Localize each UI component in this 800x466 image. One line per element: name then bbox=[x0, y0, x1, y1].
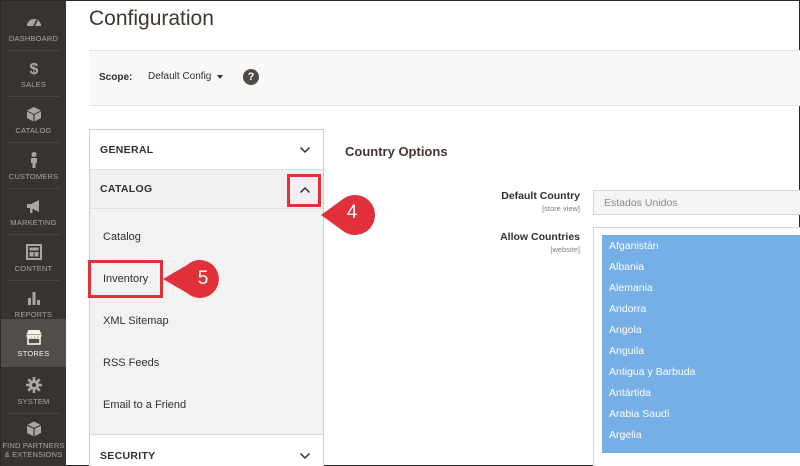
callout-5-number: 5 bbox=[197, 268, 209, 289]
chevron-down-icon bbox=[299, 452, 311, 460]
nav-content[interactable]: CONTENT bbox=[1, 235, 66, 280]
allow-countries-scope: [website] bbox=[550, 245, 580, 254]
section-title: Country Options bbox=[345, 144, 448, 159]
nav-system[interactable]: SYSTEM bbox=[1, 368, 66, 413]
country-option[interactable]: Alemania bbox=[609, 282, 653, 294]
nav-stores[interactable]: STORES bbox=[1, 319, 66, 367]
store-icon bbox=[26, 330, 41, 345]
help-icon[interactable]: ? bbox=[243, 69, 259, 85]
page-title: Configuration bbox=[89, 7, 214, 30]
default-country-select[interactable]: Estados Unidos bbox=[593, 190, 800, 215]
section-security-label: SECURITY bbox=[100, 450, 156, 462]
nav-sales[interactable]: $ SALES bbox=[1, 51, 66, 96]
nav-label: & EXTENSIONS bbox=[4, 449, 63, 459]
sub-item-xml-sitemap[interactable]: XML Sitemap bbox=[103, 315, 169, 327]
box-icon bbox=[26, 106, 41, 121]
megaphone-icon bbox=[26, 199, 39, 213]
section-security[interactable]: SECURITY bbox=[90, 436, 323, 466]
sub-item-rss-feeds[interactable]: RSS Feeds bbox=[103, 357, 159, 369]
scope-bar: Scope: Default Config ? bbox=[89, 50, 800, 106]
gear-icon bbox=[25, 376, 42, 393]
nav-label: DASHBOARD bbox=[8, 33, 59, 43]
scope-value: Default Config bbox=[148, 71, 212, 82]
nav-label: CATALOG bbox=[15, 125, 52, 135]
country-option[interactable]: Afganistán bbox=[609, 240, 659, 252]
country-option[interactable]: Anguila bbox=[609, 345, 644, 357]
caret-down-icon bbox=[217, 74, 224, 79]
allow-countries-multiselect[interactable]: Afganistán Albania Alemania Andorra Ango… bbox=[593, 227, 800, 466]
nav-label: SYSTEM bbox=[17, 396, 50, 406]
section-general-label: GENERAL bbox=[100, 144, 154, 156]
selected-options: Afganistán Albania Alemania Andorra Ango… bbox=[602, 235, 800, 453]
svg-text:$: $ bbox=[29, 61, 38, 77]
bar-chart-icon bbox=[27, 291, 40, 305]
nav-label: STORES bbox=[17, 349, 50, 358]
country-option[interactable]: Argelia bbox=[609, 429, 642, 441]
layout-icon bbox=[25, 243, 42, 260]
dollar-icon: $ bbox=[29, 61, 38, 77]
section-catalog-label: CATALOG bbox=[100, 183, 153, 195]
nav-label: CONTENT bbox=[14, 263, 53, 273]
default-country-scope: [store view] bbox=[542, 204, 580, 213]
country-option[interactable]: Andorra bbox=[609, 303, 646, 315]
dashboard-icon bbox=[26, 18, 41, 26]
section-general[interactable]: GENERAL bbox=[90, 130, 323, 170]
nav-label: MARKETING bbox=[10, 217, 57, 227]
default-country-label: Default Country bbox=[501, 190, 580, 202]
admin-sidebar: DASHBOARD $ SALES CATALOG CUSTOMERS MARK… bbox=[1, 1, 66, 466]
chevron-down-icon bbox=[299, 146, 311, 154]
nav-customers[interactable]: CUSTOMERS bbox=[1, 143, 66, 188]
country-option[interactable]: Angola bbox=[609, 324, 642, 336]
sub-item-email-to-friend[interactable]: Email to a Friend bbox=[103, 399, 186, 411]
nav-label: REPORTS bbox=[14, 309, 53, 319]
highlight-box-chevron bbox=[287, 174, 321, 207]
cube-icon bbox=[26, 421, 41, 436]
highlight-box-inventory bbox=[88, 260, 163, 298]
default-country-value: Estados Unidos bbox=[604, 197, 678, 209]
nav-label: CUSTOMERS bbox=[8, 171, 59, 181]
catalog-sub-list: Catalog Inventory XML Sitemap RSS Feeds … bbox=[90, 209, 323, 435]
nav-label: SALES bbox=[20, 79, 47, 89]
country-option[interactable]: Antártida bbox=[609, 387, 651, 399]
country-option[interactable]: Albania bbox=[609, 261, 644, 273]
nav-marketing[interactable]: MARKETING bbox=[1, 189, 66, 234]
callout-4-number: 4 bbox=[346, 202, 358, 223]
allow-countries-label: Allow Countries bbox=[500, 231, 580, 243]
scope-switcher[interactable]: Default Config bbox=[148, 71, 224, 82]
sub-item-catalog[interactable]: Catalog bbox=[103, 231, 141, 243]
country-option[interactable]: Arabia Saudí bbox=[609, 408, 670, 420]
nav-find-partners[interactable]: FIND PARTNERS & EXTENSIONS bbox=[1, 414, 66, 464]
country-option[interactable]: Antigua y Barbuda bbox=[609, 366, 695, 378]
scope-label: Scope: bbox=[99, 72, 133, 83]
nav-dashboard[interactable]: DASHBOARD bbox=[1, 5, 66, 50]
nav-label: FIND PARTNERS bbox=[2, 440, 65, 450]
nav-catalog[interactable]: CATALOG bbox=[1, 97, 66, 142]
person-icon bbox=[30, 151, 37, 168]
